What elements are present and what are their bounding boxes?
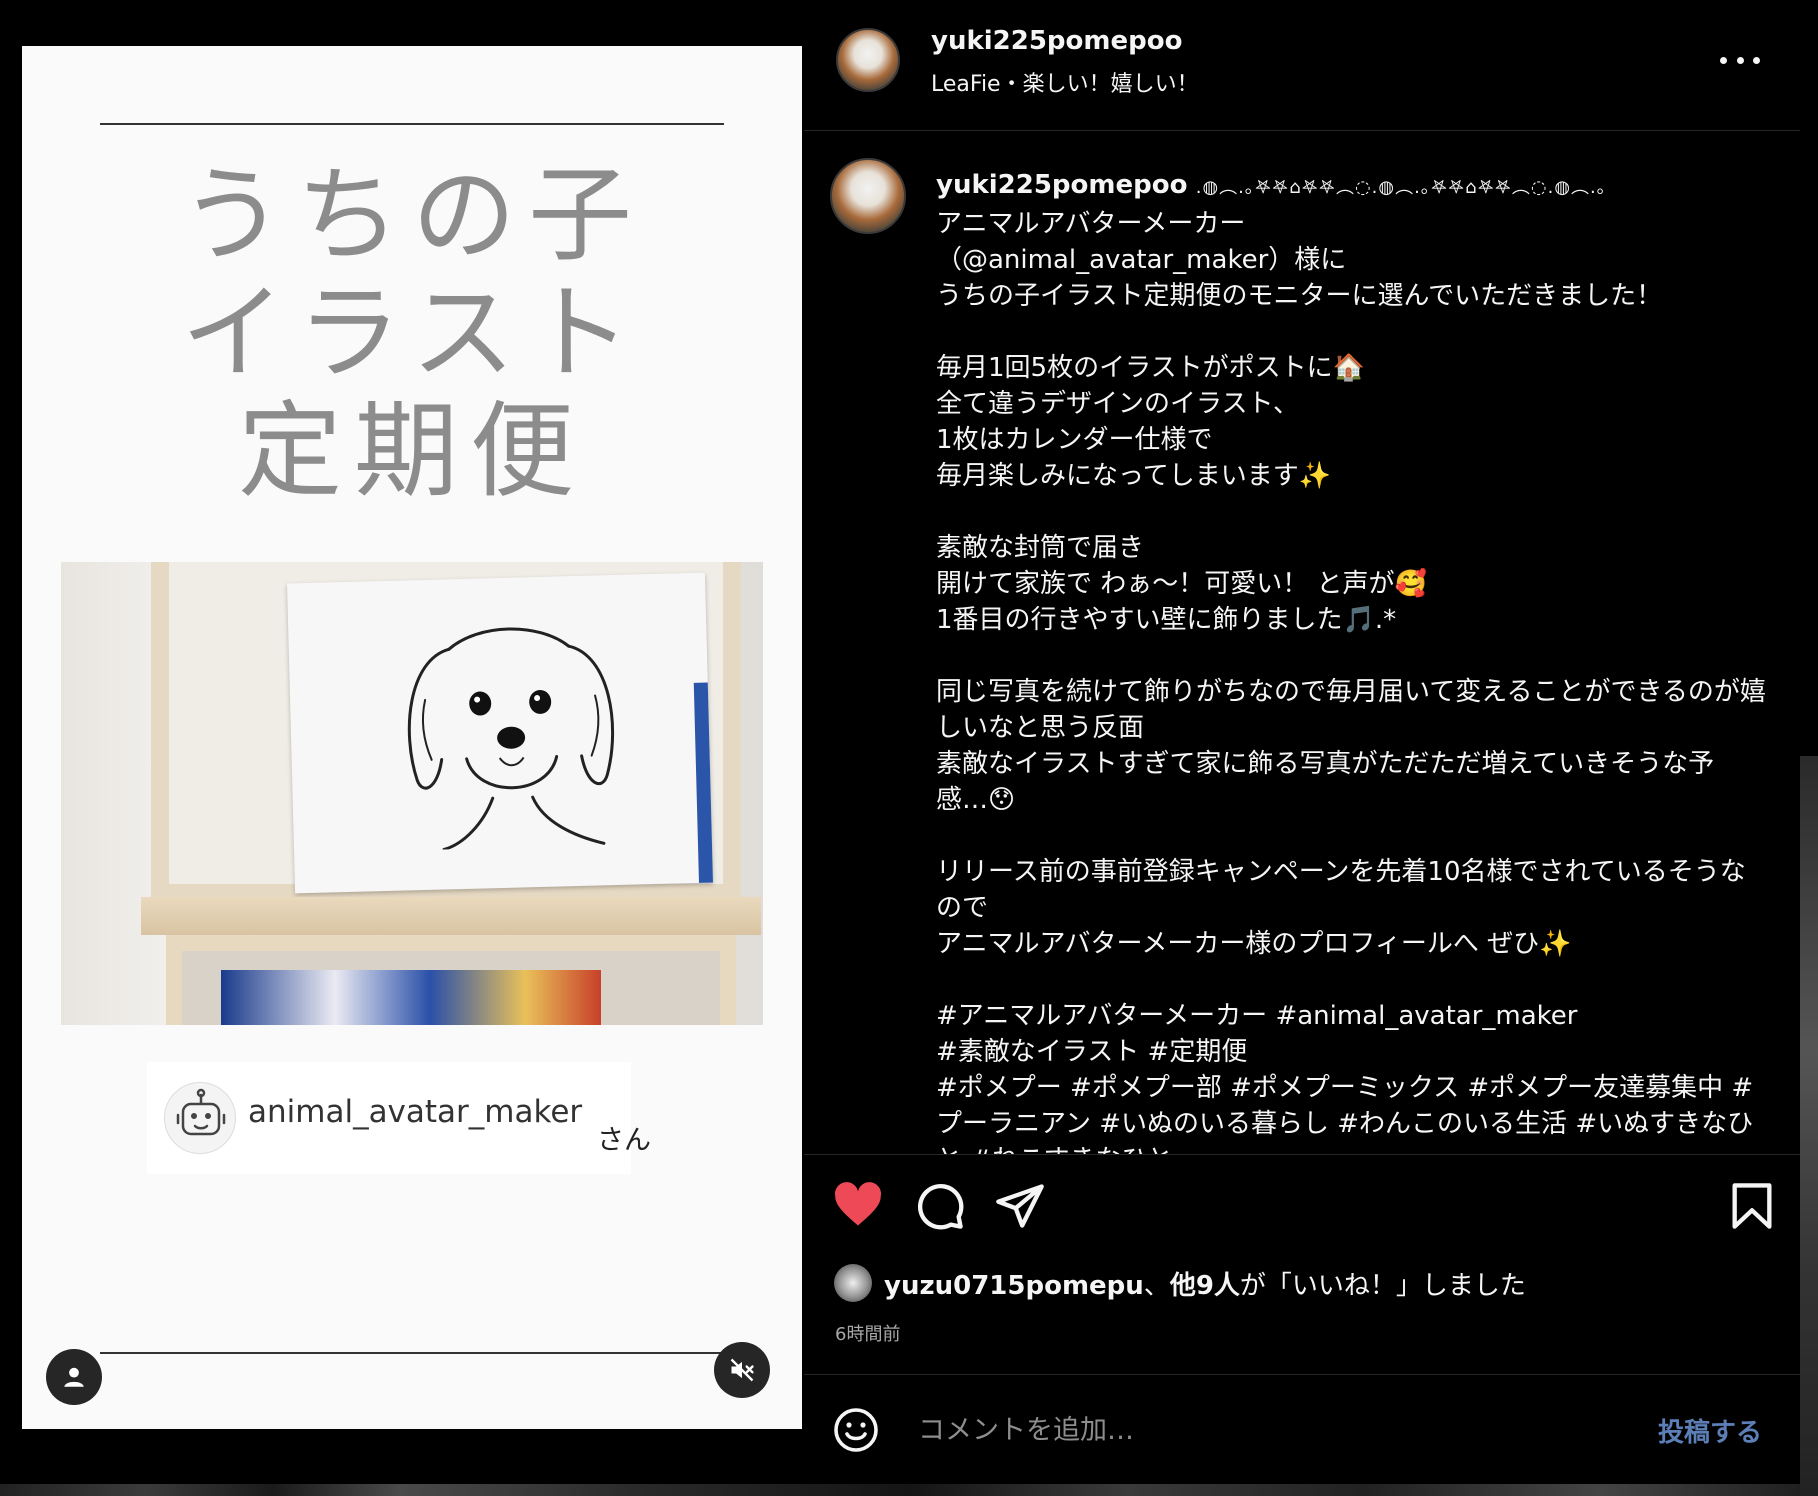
- framed-illustration-photo: [61, 562, 763, 1025]
- likes-separator: 、: [1143, 1271, 1170, 1301]
- background-thumbnails: [0, 1484, 1818, 1496]
- tagged-people-button[interactable]: [46, 1349, 102, 1405]
- divider-line: [100, 1352, 724, 1354]
- caption-decoration: .◍︵.｡𖤐𖤐⌂𖤐𖤐︵◌.◍︵.｡𖤐𖤐⌂𖤐𖤐︵◌.◍︵.｡: [1195, 177, 1607, 198]
- liker-avatar[interactable]: [834, 1264, 872, 1302]
- post-timestamp[interactable]: 6時間前: [835, 1320, 900, 1346]
- comment-input[interactable]: [916, 1404, 1620, 1456]
- bookmark-icon[interactable]: [1726, 1180, 1778, 1232]
- mute-button[interactable]: [714, 1342, 770, 1398]
- person-icon: [64, 1367, 84, 1387]
- author-avatar[interactable]: [836, 28, 900, 92]
- share-icon[interactable]: [994, 1180, 1046, 1232]
- caption-section: yuki225pomepoo .◍︵.｡𖤐𖤐⌂𖤐𖤐︵◌.◍︵.｡𖤐𖤐⌂𖤐𖤐︵◌.…: [804, 130, 1800, 1155]
- muted-speaker-icon: [730, 1358, 754, 1382]
- credit-tag[interactable]: animal_avatar_maker: [147, 1062, 631, 1174]
- liker-username[interactable]: yuzu0715pomepu: [884, 1271, 1144, 1301]
- dog-drawing: [407, 627, 615, 852]
- post-header: yuki225pomepoo LeaFie・楽しい！嬉しい！: [804, 0, 1800, 131]
- caption-body: アニマルアバターメーカー （@animal_avatar_maker）様に うち…: [936, 209, 1766, 1154]
- heart-icon[interactable]: [832, 1180, 884, 1232]
- credit-suffix: さん: [597, 1125, 651, 1156]
- frame-ledge: [141, 897, 761, 935]
- caption-text: yuki225pomepoo .◍︵.｡𖤐𖤐⌂𖤐𖤐︵◌.◍︵.｡𖤐𖤐⌂𖤐𖤐︵◌.…: [936, 167, 1766, 1154]
- robot-icon: [164, 1082, 236, 1154]
- background-edge: [1800, 756, 1818, 1496]
- divider-line: [100, 123, 724, 125]
- media-title: うちの子 イラスト 定期便: [179, 154, 644, 512]
- more-horizontal-icon[interactable]: [1720, 45, 1760, 75]
- comment-bar: 投稿する: [804, 1374, 1800, 1484]
- likes-others[interactable]: 他9人: [1170, 1271, 1240, 1301]
- post-comment-button[interactable]: 投稿する: [1658, 1412, 1762, 1449]
- author-subtitle[interactable]: LeaFie・楽しい！嬉しい！: [931, 66, 1199, 98]
- post-media[interactable]: うちの子 イラスト 定期便 animal_avatar_maker さん: [22, 46, 802, 1429]
- action-bar: yuzu0715pomepu、他9人が「いいね！」しました 6時間前: [804, 1154, 1800, 1375]
- likes-summary: yuzu0715pomepu、他9人が「いいね！」しました: [884, 1265, 1526, 1302]
- lower-poster: [221, 970, 601, 1025]
- dog-sketch: [287, 572, 713, 894]
- caption-avatar[interactable]: [830, 158, 906, 234]
- likes-suffix: が「いいね！」しました: [1239, 1271, 1526, 1301]
- credit-handle[interactable]: animal_avatar_maker: [248, 1094, 582, 1130]
- comment-icon[interactable]: [914, 1180, 966, 1232]
- caption-username[interactable]: yuki225pomepoo: [936, 170, 1187, 200]
- author-username[interactable]: yuki225pomepoo: [931, 26, 1182, 56]
- post-details-panel: yuki225pomepoo LeaFie・楽しい！嬉しい！ yuki225po…: [804, 0, 1800, 1484]
- smiley-icon[interactable]: [832, 1406, 880, 1454]
